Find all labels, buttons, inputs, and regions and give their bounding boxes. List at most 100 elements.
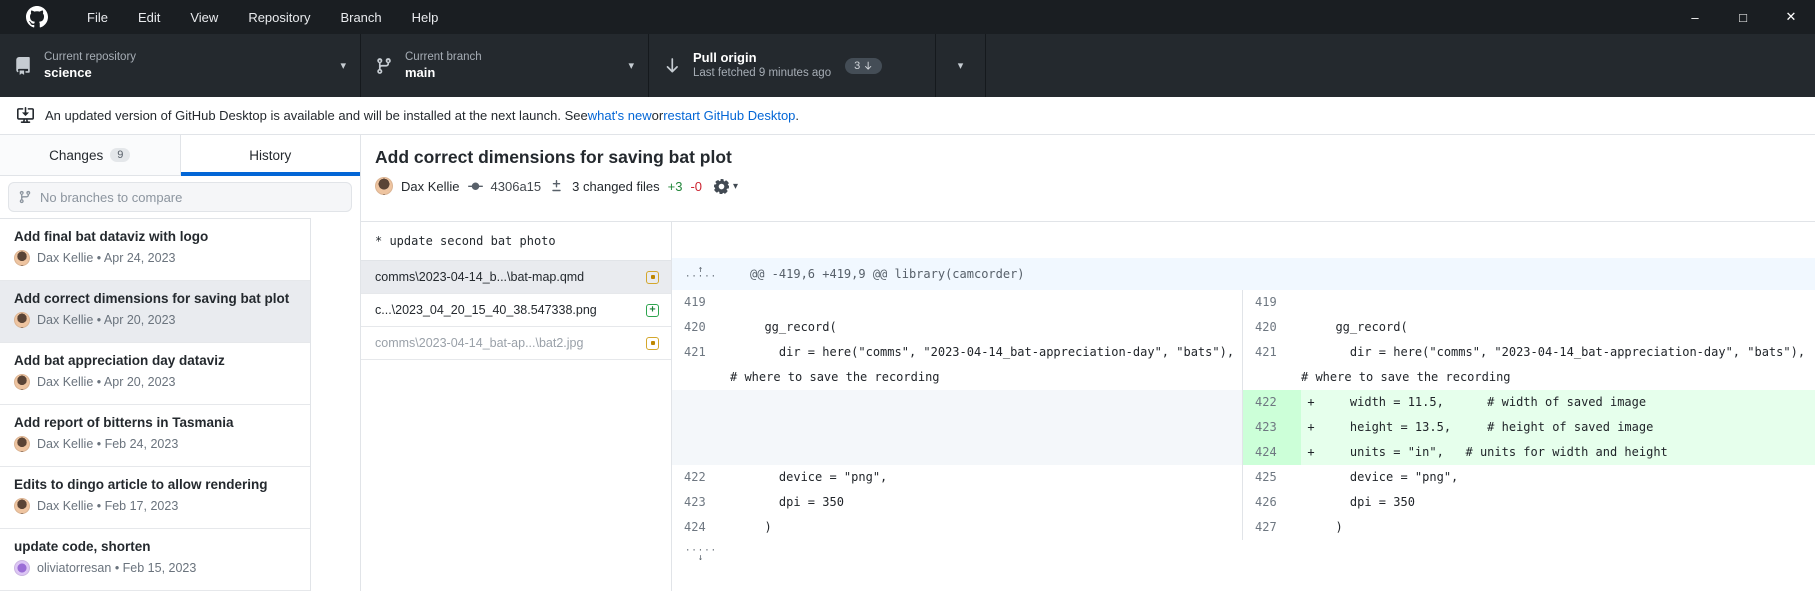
commit-title: Add bat appreciation day dataviz — [14, 353, 225, 368]
diff-sign-new — [1301, 515, 1321, 540]
pull-count: 3 — [854, 59, 861, 72]
whats-new-link[interactable]: what's new — [588, 108, 652, 123]
avatar — [14, 374, 30, 390]
commit-options-button[interactable]: ▾ — [714, 178, 738, 194]
line-number-old: 422 — [684, 470, 706, 484]
menu-item-branch[interactable]: Branch — [325, 0, 396, 34]
commit-list-item[interactable]: Edits to dingo article to allow renderin… — [0, 467, 310, 529]
line-number-old: 419 — [684, 295, 706, 309]
hunk-header-text: @@ -419,6 +419,9 @@ library(camcorder) — [750, 267, 1025, 281]
expand-hunk-down-icon[interactable]: ····· ↓ — [685, 547, 717, 563]
commit-list-item[interactable]: Add bat appreciation day dataviz Dax Kell… — [0, 343, 310, 405]
gear-icon — [714, 178, 729, 194]
diff-row: # where to save the recording # where to … — [672, 365, 1815, 390]
commit-author-date: Dax Kellie • Apr 20, 2023 — [37, 375, 176, 389]
banner-text-end: . — [795, 108, 800, 123]
commit-list-item[interactable]: Add report of bitterns in Tasmania Dax Ke… — [0, 405, 310, 467]
diff-code-new: gg_record( — [1321, 320, 1408, 334]
diff-sign-new — [1301, 490, 1321, 515]
diff-old-side: 423 dpi = 350 — [672, 490, 1243, 515]
line-number-new: 419 — [1255, 295, 1277, 309]
diff-row: 422 device = "png", 425 device = "png", — [672, 465, 1815, 490]
commit-title: Add correct dimensions for saving bat pl… — [14, 291, 290, 306]
maximize-button[interactable]: □ — [1719, 0, 1767, 34]
diff-sign-new: + — [1301, 440, 1321, 465]
line-number-old: 420 — [684, 320, 706, 334]
diff-sign-new: + — [1301, 390, 1321, 415]
diff-row: 423 + height = 13.5, # height of saved im… — [672, 415, 1815, 440]
repo-icon — [14, 56, 32, 75]
commit-author-date: Dax Kellie • Feb 17, 2023 — [37, 499, 179, 513]
diff-code-old: # where to save the recording — [730, 370, 940, 384]
diff-new-side: 421 dir = here("comms", "2023-04-14_bat-… — [1243, 340, 1815, 365]
menu-item-help[interactable]: Help — [397, 0, 454, 34]
close-button[interactable]: ✕ — [1767, 0, 1815, 34]
additions-count: +3 — [667, 178, 683, 194]
commit-author-date: Dax Kellie • Feb 24, 2023 — [37, 437, 179, 451]
diff-row: 419 419 — [672, 290, 1815, 315]
diff-code-old — [750, 415, 1242, 440]
tab-changes[interactable]: Changes 9 — [0, 135, 181, 175]
branch-icon — [19, 190, 31, 204]
file-list-item[interactable]: c...\2023_04_20_15_40_38.547338.png + — [361, 294, 671, 327]
commit-list-item[interactable]: Add correct dimensions for saving bat pl… — [0, 281, 310, 343]
diff-new-side: 423 + height = 13.5, # height of saved im… — [1243, 415, 1815, 440]
diff-sign-old — [730, 315, 750, 340]
current-branch-label: Current branch — [405, 51, 482, 64]
diff-sign-old — [730, 465, 750, 490]
avatar — [14, 498, 30, 514]
branch-compare-input[interactable]: No branches to compare — [8, 182, 352, 212]
sidebar-tabs: Changes 9 History — [0, 135, 360, 176]
avatar — [14, 560, 30, 576]
expand-bottom-row: ····· ↓ — [672, 540, 1815, 570]
restart-link[interactable]: restart GitHub Desktop — [663, 108, 795, 123]
diff-code-new: dpi = 350 — [1321, 495, 1415, 509]
diff-row: 423 dpi = 350 426 dpi = 350 — [672, 490, 1815, 515]
menu-item-file[interactable]: File — [72, 0, 123, 34]
tab-history-label: History — [249, 147, 292, 163]
commit-title: update code, shorten — [14, 539, 151, 554]
file-list-item[interactable]: comms\2023-04-14_bat-ap...\bat2.jpg — [361, 327, 671, 360]
file-list-item[interactable]: comms\2023-04-14_b...\bat-map.qmd — [361, 261, 671, 294]
commit-icon — [467, 182, 483, 190]
file-list: comms\2023-04-14_b...\bat-map.qmd c...\20… — [361, 261, 671, 360]
commit-header: Add correct dimensions for saving bat pl… — [361, 135, 1815, 222]
diff-old-side: 419 — [672, 290, 1243, 315]
pull-origin-button[interactable]: Pull origin Last fetched 9 minutes ago 3 — [649, 34, 936, 97]
desktop-download-icon — [17, 107, 34, 124]
diff-new-side: 422 + width = 11.5, # width of saved imag… — [1243, 390, 1815, 415]
pull-origin-title: Pull origin — [693, 50, 757, 66]
diff-old-side — [672, 440, 1243, 465]
diff-old-side: 421 dir = here("comms", "2023-04-14_bat-… — [672, 340, 1243, 365]
menu-item-edit[interactable]: Edit — [123, 0, 175, 34]
menu-item-repository[interactable]: Repository — [233, 0, 325, 34]
diff-icon — [552, 179, 561, 191]
diff-new-side: # where to save the recording — [1243, 365, 1815, 390]
avatar — [14, 436, 30, 452]
current-repository-button[interactable]: Current repository science ▾ — [0, 34, 361, 97]
added-file-icon: + — [646, 303, 659, 317]
arrow-down-icon — [663, 57, 681, 75]
commit-list-item[interactable]: Add final bat dataviz with logo Dax Kelli… — [0, 219, 310, 281]
diff-sign-new — [1301, 465, 1321, 490]
menu-item-view[interactable]: View — [175, 0, 233, 34]
diff-view: ↑ ····· @@ -419,6 +419,9 @@ library(camc… — [672, 222, 1815, 591]
diff-sign-new: + — [1301, 415, 1321, 440]
modified-file-icon — [646, 336, 659, 350]
avatar — [14, 250, 30, 266]
diff-sign-old — [730, 390, 750, 415]
commit-list-item[interactable]: update code, shorten oliviatorresan • Feb… — [0, 529, 310, 591]
commit-meta: Dax Kellie • Apr 24, 2023 — [14, 250, 310, 266]
current-branch-button[interactable]: Current branch main ▾ — [361, 34, 649, 97]
expand-hunk-up-icon[interactable]: ↑ ····· — [685, 266, 717, 282]
diff-sign-old — [730, 415, 750, 440]
line-number-new: 422 — [1243, 390, 1301, 415]
diff-sign-new — [1301, 315, 1321, 340]
diff-code-new: units = "in", # units for width and heig… — [1321, 440, 1815, 465]
diff-sign-old — [730, 515, 750, 540]
minimize-button[interactable]: – — [1671, 0, 1719, 34]
diff-new-side: 420 gg_record( — [1243, 315, 1815, 340]
tab-history[interactable]: History — [180, 135, 360, 176]
diff-old-side: # where to save the recording — [672, 365, 1243, 390]
pull-options-dropdown[interactable]: ▾ — [936, 34, 986, 97]
